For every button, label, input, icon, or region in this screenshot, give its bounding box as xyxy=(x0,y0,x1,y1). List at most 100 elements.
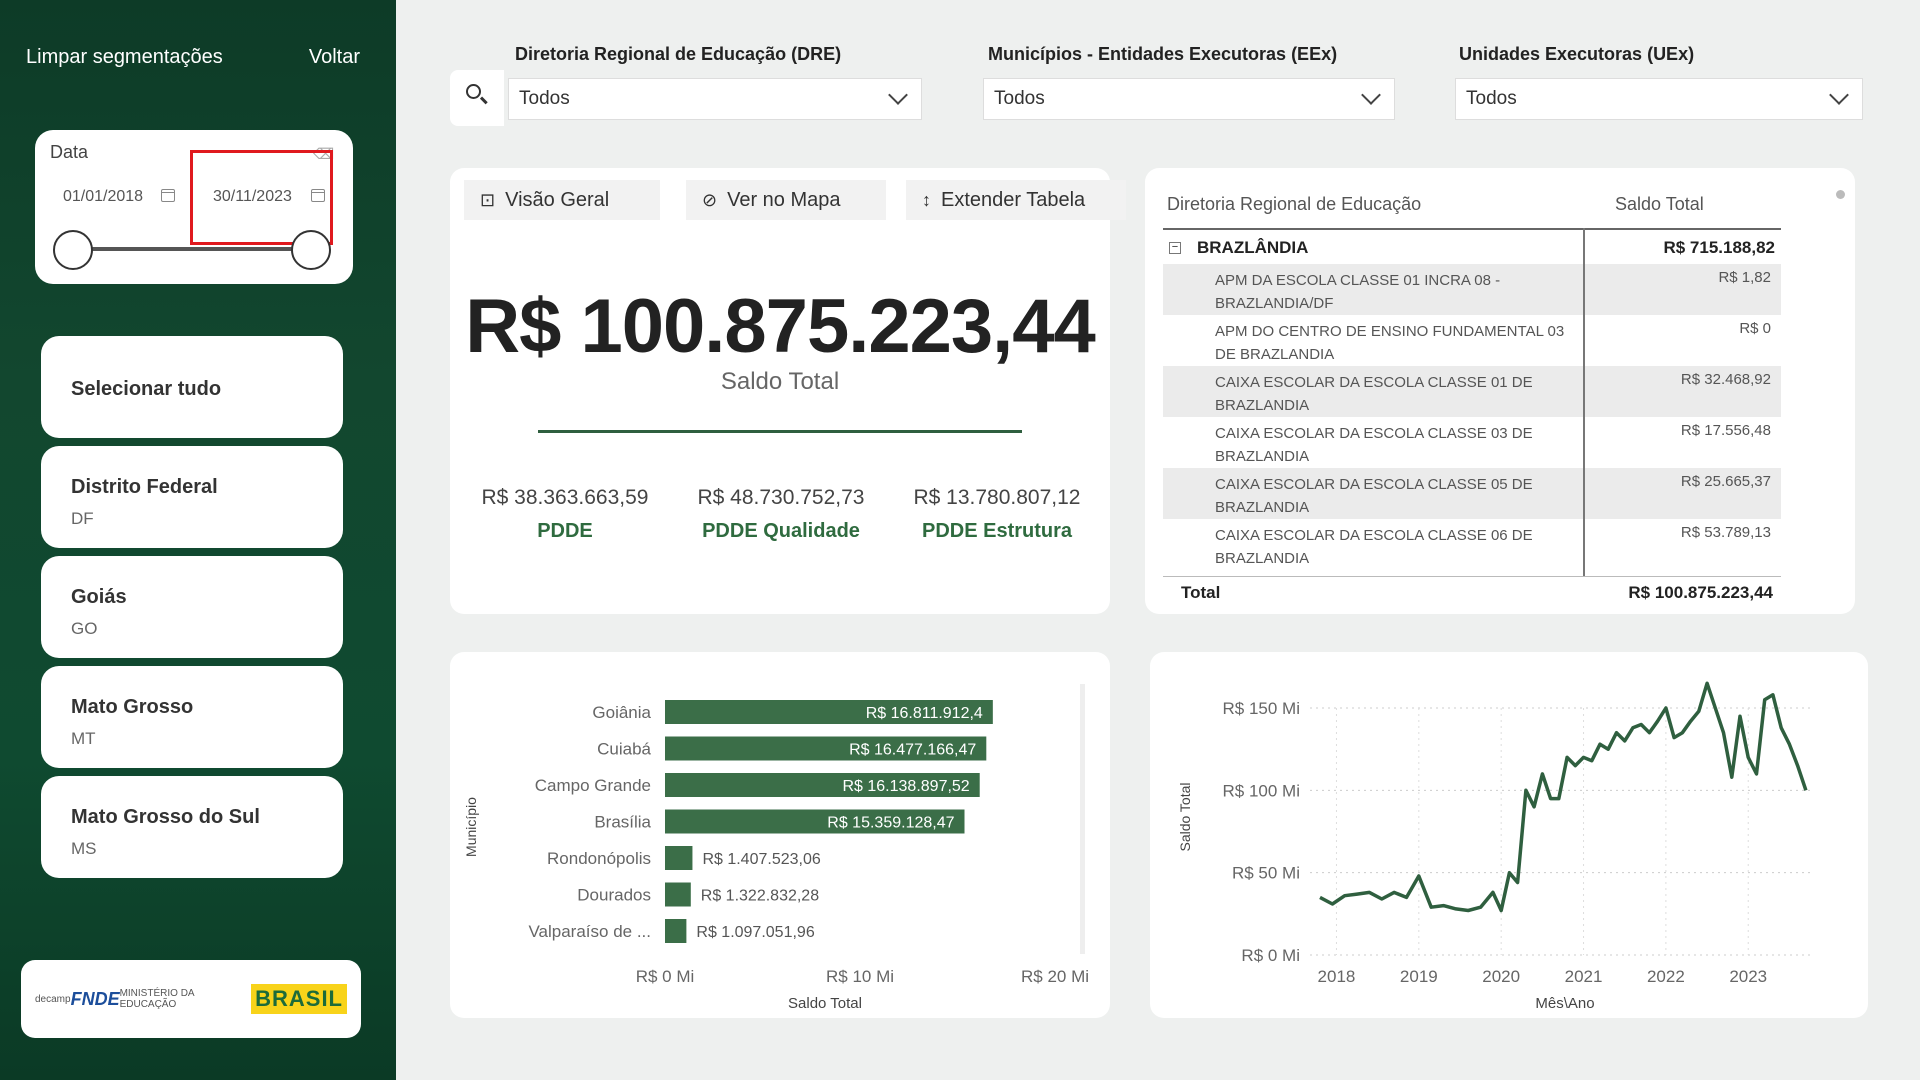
eex-dropdown[interactable]: Todos xyxy=(983,78,1395,120)
row-name: APM DO CENTRO DE ENSINO FUNDAMENTAL 03 D… xyxy=(1215,323,1565,363)
y-tick-label: R$ 50 Mi xyxy=(1232,864,1300,883)
table-group-row[interactable]: − BRAZLÂNDIA R$ 715.188,82 xyxy=(1163,234,1781,264)
table-header-dre[interactable]: Diretoria Regional de Educação xyxy=(1167,194,1421,215)
row-value: R$ 17.556,48 xyxy=(1680,422,1771,439)
date-slider-end-handle[interactable] xyxy=(291,230,331,270)
sidebar: Limpar segmentações Voltar Data ⌫ 01/01/… xyxy=(0,0,396,1080)
bar-chart-card: Goiânia R$ 16.811.912,4 Cuiabá R$ 16.477.16… xyxy=(450,652,1110,1018)
ministry-logo: MINISTÉRIO DA EDUCAÇÃO xyxy=(119,988,195,1010)
tab-label: Visão Geral xyxy=(505,188,610,211)
row-name: CAIXA ESCOLAR DA ESCOLA CLASSE 05 DE BRA… xyxy=(1215,476,1533,516)
table-total-row: Total R$ 100.875.223,44 xyxy=(1163,576,1781,608)
state-abbr: MS xyxy=(71,839,97,858)
row-value: R$ 25.665,37 xyxy=(1680,473,1771,490)
date-slider-track[interactable] xyxy=(75,247,311,251)
tab-visao-geral[interactable]: ⊡ Visão Geral xyxy=(464,180,660,220)
filter-label-uex: Unidades Executoras (UEx) xyxy=(1459,44,1695,64)
kpi-divider xyxy=(538,430,1022,433)
eex-dropdown-value: Todos xyxy=(994,88,1045,109)
tab-extender-tabela[interactable]: ↕ Extender Tabela xyxy=(906,180,1126,220)
expand-icon: ↕ xyxy=(922,189,931,210)
x-tick-label: 2022 xyxy=(1647,967,1685,986)
bar-data-label: R$ 1.322.832,28 xyxy=(701,888,819,905)
brasil-logo: BRASIL xyxy=(251,984,347,1014)
x-tick-label: 2021 xyxy=(1565,967,1603,986)
y-axis-title: Saldo Total xyxy=(1177,782,1193,851)
table-row[interactable]: CAIXA ESCOLAR DA ESCOLA CLASSE 05 DE BRA… xyxy=(1163,468,1781,519)
balance-line-chart: R$ 0 Mi R$ 50 Mi R$ 100 Mi R$ 150 Mi 2018 201… xyxy=(1177,681,1810,1012)
state-name: Goiás xyxy=(71,586,127,608)
table-header-saldo[interactable]: Saldo Total xyxy=(1615,194,1704,215)
search-icon xyxy=(466,84,481,99)
calendar-icon[interactable] xyxy=(161,189,175,202)
total-balance-value: R$ 100.875.223,44 xyxy=(465,284,1096,369)
compass-icon: ⊘ xyxy=(702,189,718,210)
bar-category-label: Rondonópolis xyxy=(547,849,651,868)
logos-footer: decamp FNDE MINISTÉRIO DA EDUCAÇÃO BRASI… xyxy=(21,960,361,1038)
bar xyxy=(665,919,687,943)
series-line xyxy=(1319,681,1808,913)
bar-category-label: Brasília xyxy=(594,813,651,832)
dre-dropdown-value: Todos xyxy=(519,88,570,109)
collapse-icon[interactable]: − xyxy=(1169,242,1181,254)
sidebar-top-actions: Limpar segmentações Voltar xyxy=(26,46,360,69)
bar-data-label: R$ 16.811.912,4 xyxy=(866,705,983,722)
x-tick-label: R$ 20 Mi xyxy=(1021,967,1089,986)
kpi-pdde-qualidade-value: R$ 48.730.752,73 xyxy=(697,486,865,509)
state-button-df[interactable]: Distrito Federal DF xyxy=(41,446,343,548)
table-row[interactable]: CAIXA ESCOLAR DA ESCOLA CLASSE 03 DE BRA… xyxy=(1163,417,1781,468)
bar xyxy=(665,846,693,870)
row-value: R$ 0 xyxy=(1739,320,1771,337)
date-label: Data xyxy=(50,142,89,162)
x-tick-label: 2018 xyxy=(1318,967,1356,986)
y-tick-label: R$ 150 Mi xyxy=(1223,699,1300,718)
y-axis-title: Município xyxy=(463,797,479,857)
scroll-indicator[interactable] xyxy=(1836,190,1845,199)
table-row[interactable]: CAIXA ESCOLAR DA ESCOLA CLASSE 01 DE BRA… xyxy=(1163,366,1781,417)
x-tick-label: R$ 10 Mi xyxy=(826,967,894,986)
total-label: Total xyxy=(1181,583,1221,602)
kpi-pdde: R$ 38.363.663,59 PDDE xyxy=(460,486,670,543)
group-name: BRAZLÂNDIA xyxy=(1197,238,1309,257)
filter-label-eex: Municípios - Entidades Executoras (EEx) xyxy=(988,44,1338,64)
state-button-mt[interactable]: Mato Grosso MT xyxy=(41,666,343,768)
state-name: Distrito Federal xyxy=(71,476,218,498)
tab-ver-no-mapa[interactable]: ⊘ Ver no Mapa xyxy=(686,180,886,220)
table-column-divider xyxy=(1583,228,1585,608)
table-row[interactable]: APM DO CENTRO DE ENSINO FUNDAMENTAL 03 D… xyxy=(1163,315,1781,366)
kpi-pdde-label: PDDE xyxy=(537,520,593,542)
table-header-divider xyxy=(1163,228,1781,230)
search-button[interactable] xyxy=(450,70,504,126)
state-name: Mato Grosso xyxy=(71,696,194,718)
state-abbr: GO xyxy=(71,619,98,638)
bar-data-label: R$ 16.138.897,52 xyxy=(842,778,969,795)
row-name: CAIXA ESCOLAR DA ESCOLA CLASSE 01 DE BRA… xyxy=(1215,374,1533,414)
kpi-pdde-estrutura-label: PDDE Estrutura xyxy=(921,520,1073,542)
x-axis-title: Mês\Ano xyxy=(1535,995,1594,1012)
kpi-pdde-qualidade-label: PDDE Qualidade xyxy=(702,520,860,542)
total-value: R$ 100.875.223,44 xyxy=(1628,583,1773,602)
filter-label-dre: Diretoria Regional de Educação (DRE) xyxy=(515,44,842,64)
state-button-go[interactable]: Goiás GO xyxy=(41,556,343,658)
table-row[interactable]: CAIXA ESCOLAR DA ESCOLA CLASSE 06 DE BRA… xyxy=(1163,519,1781,570)
bar-category-label: Campo Grande xyxy=(535,776,651,795)
bar-data-label: R$ 16.477.166,47 xyxy=(849,742,976,759)
state-button-ms[interactable]: Mato Grosso do Sul MS xyxy=(41,776,343,878)
uex-dropdown[interactable]: Todos xyxy=(1455,78,1863,120)
dre-dropdown[interactable]: Todos xyxy=(508,78,922,120)
clear-filters-button[interactable]: Limpar segmentações xyxy=(26,46,223,69)
total-balance-label: Saldo Total xyxy=(720,368,840,395)
bar-data-label: R$ 15.359.128,47 xyxy=(827,815,954,832)
kpi-pdde-estrutura-value: R$ 13.780.807,12 xyxy=(913,486,1081,509)
state-name: Selecionar tudo xyxy=(71,378,222,400)
date-slider-start-handle[interactable] xyxy=(53,230,93,270)
row-name: CAIXA ESCOLAR DA ESCOLA CLASSE 06 DE BRA… xyxy=(1215,527,1533,567)
back-button[interactable]: Voltar xyxy=(309,46,360,69)
line-chart-card: R$ 0 Mi R$ 50 Mi R$ 100 Mi R$ 150 Mi 2018 201… xyxy=(1150,652,1868,1018)
state-abbr: DF xyxy=(71,509,94,528)
table-icon: ⊡ xyxy=(480,189,496,210)
select-all-button[interactable]: Selecionar tudo xyxy=(41,336,343,438)
state-abbr: MT xyxy=(71,729,96,748)
table-row[interactable]: APM DA ESCOLA CLASSE 01 INCRA 08 - BRAZL… xyxy=(1163,264,1781,315)
start-date-field[interactable]: 01/01/2018 xyxy=(49,180,183,214)
